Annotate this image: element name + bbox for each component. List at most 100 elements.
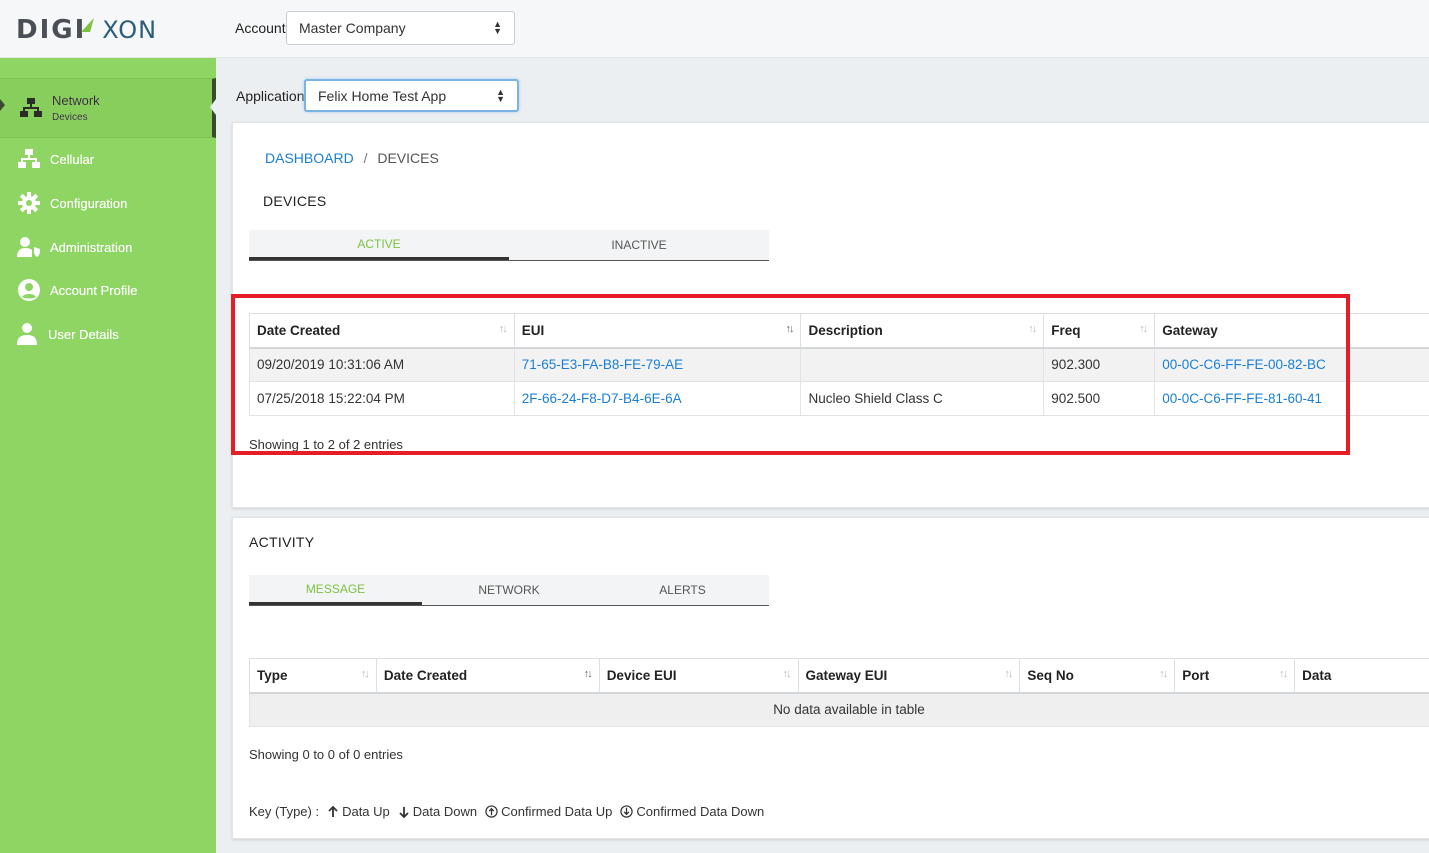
sidebar-item-label: User Details xyxy=(48,326,119,342)
column-header-seq-no[interactable]: Seq No ↑↓ xyxy=(1019,658,1176,694)
sidebar-item-sublabel: Devices xyxy=(52,112,88,123)
activity-table-info: Showing 0 to 0 of 0 entries xyxy=(249,747,403,762)
key-data-up: Data Up xyxy=(342,804,390,819)
device-eui-link[interactable]: 71-65-E3-FA-B8-FE-79-AE xyxy=(513,347,802,382)
column-header-label: Date Created xyxy=(383,667,468,683)
tab-network[interactable]: NETWORK xyxy=(422,575,596,605)
column-header-date-created[interactable]: Date Created ↑↓ xyxy=(249,313,515,349)
sidebar: Network Devices Cellular Configuration A… xyxy=(0,58,216,853)
column-header-type[interactable]: Type ↑↓ xyxy=(249,658,377,694)
sort-icon: ↑↓ xyxy=(583,668,593,680)
breadcrumb-separator: / xyxy=(363,150,368,166)
sort-icon: ↑↓ xyxy=(1279,668,1288,680)
tab-message[interactable]: MESSAGE xyxy=(249,575,422,605)
cell-date-created: 07/25/2018 15:22:04 PM xyxy=(249,381,515,416)
network-icon xyxy=(16,147,42,171)
gateway-eui-link[interactable]: 00-0C-C6-FF-FE-81-60-41 xyxy=(1154,381,1429,416)
column-header-label: Type xyxy=(257,667,288,683)
table-header-row: Type ↑↓ Date Created ↑↓ Device EUI ↑↓ Gatew… xyxy=(249,658,1429,694)
select-arrows-icon: ▲ ▼ xyxy=(493,19,502,36)
logo-digi: DIGI xyxy=(16,15,87,45)
sidebar-item-administration[interactable]: Administration xyxy=(0,235,216,259)
type-key-legend: Key (Type) : Data Up Data Down Confirmed… xyxy=(249,804,772,819)
sort-icon: ↑↓ xyxy=(1004,668,1013,680)
sort-icon: ↑↓ xyxy=(360,668,370,680)
user-circle-icon xyxy=(16,278,42,302)
top-bar: DIGI XON Account Master Company ▲ ▼ xyxy=(0,0,1429,58)
sort-icon: ↑↓ xyxy=(785,323,794,335)
sort-icon: ↑↓ xyxy=(782,668,792,680)
sidebar-item-label: Configuration xyxy=(50,195,128,211)
devices-table-info: Showing 1 to 2 of 2 entries xyxy=(249,437,403,452)
column-header-label: Date Created xyxy=(257,322,341,338)
column-header-gateway[interactable]: Gateway↑↓ xyxy=(1154,313,1429,349)
device-eui-link[interactable]: 2F-66-24-F8-D7-B4-6E-6A xyxy=(513,381,802,416)
column-header-gateway-eui[interactable]: Gateway EUI ↑↓ xyxy=(797,658,1021,694)
sidebar-item-label: Administration xyxy=(50,239,133,255)
column-header-label: Device EUI xyxy=(606,667,677,683)
sidebar-item-label: Network xyxy=(52,93,100,108)
key-confirmed-data-up: Confirmed Data Up xyxy=(501,804,613,819)
column-header-label: Description xyxy=(808,322,883,338)
sort-icon: ↑↓ xyxy=(1028,323,1037,335)
user-icon xyxy=(14,322,40,346)
sidebar-item-configuration[interactable]: Configuration xyxy=(0,191,216,215)
breadcrumb-dashboard-link[interactable]: DASHBOARD xyxy=(265,150,354,166)
cell-date-created: 09/20/2019 10:31:06 AM xyxy=(249,347,515,382)
table-row[interactable]: 07/25/2018 15:22:04 PM 2F-66-24-F8-D7-B4… xyxy=(249,381,1429,416)
column-header-data[interactable]: Data↑↓ xyxy=(1294,658,1429,694)
logo-mark-icon xyxy=(81,18,95,32)
column-header-label: Freq xyxy=(1051,322,1081,338)
user-shield-icon xyxy=(16,235,42,259)
active-pointer-icon xyxy=(0,99,5,111)
key-data-down: Data Down xyxy=(412,804,478,819)
column-header-description[interactable]: Description ↑↓ xyxy=(800,313,1045,349)
sort-icon: ↑↓ xyxy=(498,323,508,335)
account-select-value: Master Company xyxy=(299,20,406,36)
logo-xon: XON xyxy=(102,16,158,44)
application-select[interactable]: Felix Home Test App ▲ ▼ xyxy=(304,79,519,112)
column-header-label: Port xyxy=(1182,667,1210,683)
sidebar-item-cellular[interactable]: Cellular xyxy=(0,147,216,171)
arrow-down-icon xyxy=(399,806,409,818)
column-header-eui[interactable]: EUI ↑↓ xyxy=(513,313,802,349)
breadcrumb: DASHBOARD / DEVICES xyxy=(265,150,439,166)
column-header-date-created[interactable]: Date Created ↑↓ xyxy=(375,658,600,694)
table-header-row: Date Created ↑↓ EUI ↑↓ Description ↑↓ Freq ↑… xyxy=(249,313,1429,349)
column-header-device-eui[interactable]: Device EUI ↑↓ xyxy=(598,658,799,694)
sidebar-item-user-details[interactable]: User Details xyxy=(0,322,216,346)
arrow-up-icon xyxy=(328,805,338,817)
gateway-eui-link[interactable]: 00-0C-C6-FF-FE-00-82-BC xyxy=(1154,347,1429,382)
sidebar-item-label: Account Profile xyxy=(50,282,138,298)
key-confirmed-data-down: Confirmed Data Down xyxy=(636,804,765,819)
devices-table: Date Created ↑↓ EUI ↑↓ Description ↑↓ Freq ↑… xyxy=(249,313,1429,416)
column-header-label: Gateway xyxy=(1162,322,1218,338)
devices-title: DEVICES xyxy=(263,193,327,209)
sidebar-item-account-profile[interactable]: Account Profile xyxy=(0,278,216,302)
account-select[interactable]: Master Company ▲ ▼ xyxy=(286,11,515,45)
account-label: Account xyxy=(235,20,286,36)
empty-table-message: No data available in table xyxy=(249,692,1429,727)
column-header-port[interactable]: Port ↑↓ xyxy=(1174,658,1296,694)
tab-alerts[interactable]: ALERTS xyxy=(596,575,769,605)
column-header-label: Data xyxy=(1302,667,1332,683)
column-header-freq[interactable]: Freq ↑↓ xyxy=(1043,313,1156,349)
column-header-label: Gateway EUI xyxy=(805,667,888,683)
network-icon xyxy=(18,96,44,120)
cell-description xyxy=(800,347,1045,382)
application-label: Application xyxy=(236,88,305,104)
table-row[interactable]: 09/20/2019 10:31:06 AM 71-65-E3-FA-B8-FE… xyxy=(249,347,1429,382)
breadcrumb-current: DEVICES xyxy=(377,150,439,166)
key-label: Key (Type) : xyxy=(249,804,320,819)
sidebar-item-label: Cellular xyxy=(50,151,95,167)
select-arrows-icon: ▲ ▼ xyxy=(496,86,505,104)
gear-icon xyxy=(16,191,42,215)
circle-arrow-down-icon xyxy=(620,805,634,818)
circle-arrow-up-icon xyxy=(485,805,498,818)
sort-icon: ↑↓ xyxy=(1159,668,1168,680)
tab-active[interactable]: ACTIVE xyxy=(249,230,509,260)
tab-inactive[interactable]: INACTIVE xyxy=(509,230,769,260)
cell-freq: 902.300 xyxy=(1043,347,1156,382)
sidebar-item-network[interactable]: Network Devices xyxy=(0,78,216,138)
brand-logo[interactable]: DIGI XON xyxy=(16,15,158,45)
